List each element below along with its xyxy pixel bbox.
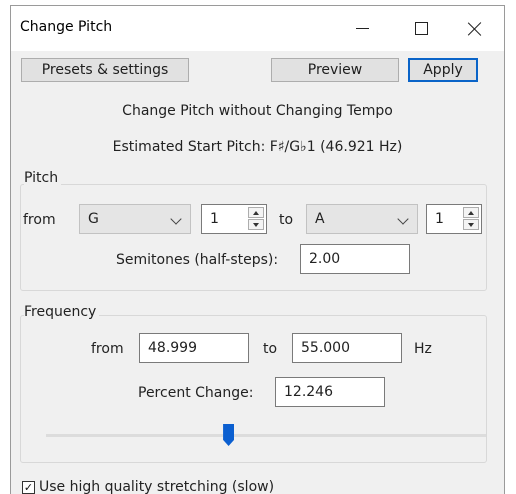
semitones-field[interactable]: 2.00 bbox=[300, 244, 410, 274]
spin-down-icon bbox=[253, 222, 259, 227]
from-octave-up-button[interactable] bbox=[248, 207, 264, 218]
from-octave-down-button[interactable] bbox=[248, 219, 264, 230]
percent-change-slider-track[interactable] bbox=[46, 434, 486, 437]
percent-change-field[interactable]: 12.246 bbox=[275, 377, 385, 407]
high-quality-checkbox[interactable]: ✓ bbox=[22, 480, 35, 494]
spin-down-icon bbox=[468, 222, 474, 227]
close-button[interactable] bbox=[447, 6, 503, 51]
apply-button[interactable]: Apply bbox=[408, 58, 478, 82]
to-octave-value: 1 bbox=[435, 211, 444, 227]
semitones-label: Semitones (half-steps): bbox=[116, 252, 279, 268]
preview-button[interactable]: Preview bbox=[271, 58, 399, 82]
percent-change-label: Percent Change: bbox=[138, 385, 254, 401]
spin-up-icon bbox=[253, 210, 259, 215]
frequency-unit-label: Hz bbox=[414, 341, 432, 357]
high-quality-label: Use high quality stretching (slow) bbox=[39, 479, 275, 494]
frequency-to-field[interactable]: 55.000 bbox=[292, 333, 402, 363]
to-octave-spinner[interactable]: 1 bbox=[426, 204, 482, 234]
chevron-down-icon bbox=[170, 213, 182, 225]
frequency-group-label: Frequency bbox=[24, 304, 100, 320]
checkmark-icon: ✓ bbox=[23, 480, 34, 494]
to-octave-spin-buttons bbox=[463, 207, 479, 231]
from-octave-spinner[interactable]: 1 bbox=[201, 204, 267, 234]
frequency-group bbox=[20, 315, 487, 463]
pitch-to-label: to bbox=[279, 212, 294, 228]
to-octave-up-button[interactable] bbox=[463, 207, 479, 218]
frequency-from-label: from bbox=[91, 341, 124, 357]
effect-heading: Change Pitch without Changing Tempo bbox=[122, 103, 393, 119]
to-note-value: A bbox=[315, 211, 325, 227]
close-icon bbox=[468, 22, 482, 36]
chevron-down-icon bbox=[397, 213, 409, 225]
frequency-to-label: to bbox=[263, 341, 278, 357]
from-octave-spin-buttons bbox=[248, 207, 264, 231]
frequency-from-field[interactable]: 48.999 bbox=[139, 333, 249, 363]
pitch-group bbox=[20, 184, 487, 291]
change-pitch-dialog: Change Pitch Presets & settings Preview … bbox=[10, 5, 505, 494]
high-quality-option[interactable]: ✓ Use high quality stretching (slow) bbox=[22, 479, 274, 494]
pitch-group-label: Pitch bbox=[24, 170, 62, 186]
estimated-start-pitch: Estimated Start Pitch: F♯/G♭1 (46.921 Hz… bbox=[112, 139, 403, 155]
maximize-icon bbox=[414, 22, 428, 35]
pitch-from-label: from bbox=[23, 212, 56, 228]
to-note-select[interactable]: A bbox=[306, 204, 418, 234]
to-octave-down-button[interactable] bbox=[463, 219, 479, 230]
spin-up-icon bbox=[468, 210, 474, 215]
window-title: Change Pitch bbox=[20, 19, 113, 35]
presets-settings-button[interactable]: Presets & settings bbox=[21, 58, 189, 82]
from-octave-value: 1 bbox=[210, 211, 219, 227]
maximize-button[interactable] bbox=[393, 6, 449, 51]
minimize-icon bbox=[355, 28, 369, 29]
title-bar[interactable]: Change Pitch bbox=[11, 6, 504, 51]
minimize-button[interactable] bbox=[334, 6, 390, 51]
from-note-value: G bbox=[88, 211, 99, 227]
from-note-select[interactable]: G bbox=[79, 204, 191, 234]
